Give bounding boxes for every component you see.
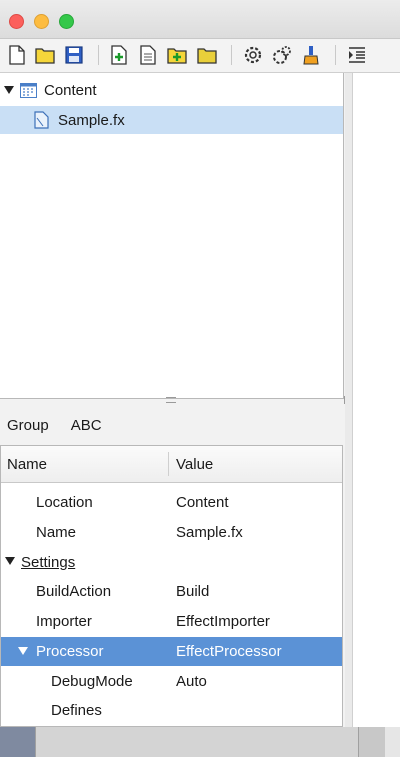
main-window: Content Sample.fx Group ABC Name Value L…	[0, 0, 400, 757]
file-icon	[34, 111, 52, 129]
folder-icon[interactable]	[196, 44, 218, 66]
filter-output-icon[interactable]	[346, 44, 368, 66]
toolbar	[0, 39, 400, 73]
editor-area	[352, 73, 400, 757]
build-icon[interactable]	[242, 44, 264, 66]
property-row-location[interactable]: Location Content	[1, 488, 342, 518]
splitter-gutter[interactable]	[345, 73, 352, 757]
background-window-strip	[0, 727, 400, 757]
alphabetical-sort-button[interactable]: ABC	[65, 415, 108, 436]
property-row-buildaction[interactable]: BuildAction Build	[1, 577, 342, 607]
collapse-arrow-icon[interactable]	[5, 557, 15, 566]
tree-item-sample-fx[interactable]: Sample.fx	[0, 106, 343, 134]
value-column-header[interactable]: Value	[176, 446, 213, 482]
zoom-window-button[interactable]	[59, 14, 74, 29]
property-name: Processor	[36, 642, 104, 660]
expand-arrow-icon[interactable]	[4, 86, 14, 94]
category-label: Settings	[21, 553, 76, 571]
property-row-processor[interactable]: Processor EffectProcessor	[1, 636, 342, 667]
property-row-importer[interactable]: Importer EffectImporter	[1, 607, 342, 637]
property-name: Importer	[36, 613, 92, 631]
collapse-arrow-icon[interactable]	[18, 646, 28, 655]
property-value[interactable]: Content	[176, 488, 229, 518]
property-value[interactable]: Auto	[176, 666, 207, 696]
rebuild-icon[interactable]	[271, 44, 293, 66]
tree-item-content[interactable]: Content	[0, 76, 343, 104]
open-folder-icon[interactable]	[34, 44, 56, 66]
property-value[interactable]: EffectImporter	[176, 607, 270, 637]
project-tree: Content Sample.fx	[0, 73, 344, 399]
add-new-item-icon[interactable]	[108, 44, 130, 66]
minimize-window-button[interactable]	[34, 14, 49, 29]
property-row-debugmode[interactable]: DebugMode Auto	[1, 666, 342, 696]
property-category-settings[interactable]: Settings	[1, 547, 342, 577]
add-folder-icon[interactable]	[166, 44, 188, 66]
property-sort-bar: Group ABC	[0, 406, 343, 444]
close-window-button[interactable]	[9, 14, 24, 29]
property-name: Location	[36, 494, 93, 512]
property-name: DebugMode	[51, 672, 133, 690]
property-row-name[interactable]: Name Sample.fx	[1, 518, 342, 548]
property-value[interactable]: EffectProcessor	[176, 637, 282, 667]
property-name: Name	[36, 524, 77, 542]
tree-item-label: Sample.fx	[58, 111, 125, 129]
tree-item-label: Content	[44, 81, 97, 99]
property-row-defines[interactable]: Defines	[1, 696, 342, 726]
property-name: BuildAction	[36, 583, 112, 601]
title-bar	[0, 0, 400, 39]
property-grid: Name Value Location Content Name Sample.…	[0, 445, 343, 727]
property-grid-header: Name Value	[1, 446, 342, 483]
add-existing-item-icon[interactable]	[137, 44, 159, 66]
property-name: Defines	[51, 702, 102, 720]
name-column-header[interactable]: Name	[7, 446, 47, 482]
clean-icon[interactable]	[300, 44, 322, 66]
content-project-icon	[20, 81, 38, 99]
property-value[interactable]: Build	[176, 577, 209, 607]
save-icon[interactable]	[63, 44, 85, 66]
new-file-icon[interactable]	[6, 44, 28, 66]
horizontal-splitter-grip[interactable]	[166, 397, 176, 403]
property-value[interactable]: Sample.fx	[176, 518, 243, 548]
group-sort-button[interactable]: Group	[1, 415, 55, 436]
